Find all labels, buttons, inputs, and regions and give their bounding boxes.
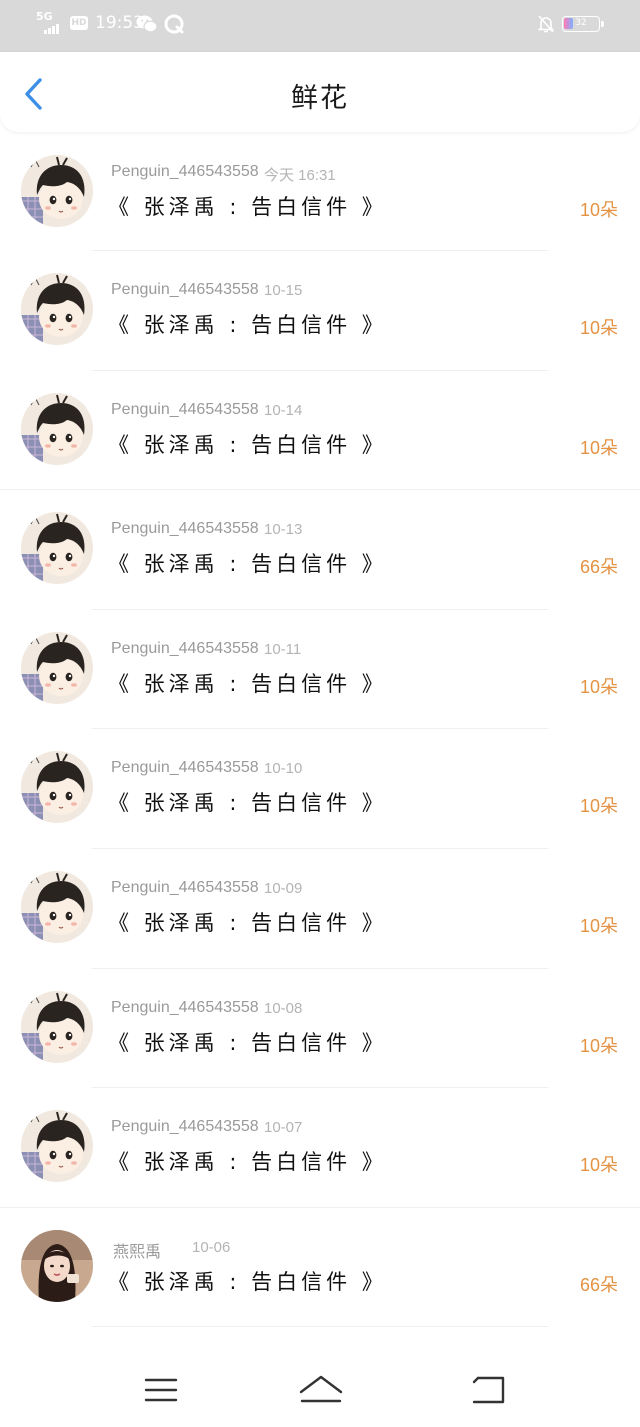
- gift-title: 《 张泽禹 : 告白信件 》: [108, 671, 387, 696]
- avatar-girl-photo-icon[interactable]: [21, 1229, 93, 1302]
- gift-title: 《 张泽禹 : 告白信件 》: [108, 791, 387, 816]
- avatar-boy-icon[interactable]: [21, 751, 93, 824]
- nav-header: 鲜花: [0, 52, 640, 132]
- sender-name[interactable]: Penguin_446543558: [111, 1118, 259, 1136]
- send-date: 10-07: [264, 1119, 303, 1137]
- sender-name[interactable]: Penguin_446543558: [111, 401, 259, 419]
- row-divider: [92, 1326, 548, 1328]
- battery-icon: 32: [562, 16, 600, 32]
- mute-bell-icon: [537, 15, 555, 33]
- sender-name[interactable]: Penguin_446543558: [111, 520, 259, 538]
- gift-title: 《 张泽禹 : 告白信件 》: [108, 1030, 387, 1055]
- hd-badge: HD: [70, 16, 88, 30]
- send-date: 10-14: [264, 401, 303, 419]
- avatar-boy-icon[interactable]: [21, 631, 93, 704]
- list-item[interactable]: 燕熙禹 10-06 《 张泽禹 : 告白信件 》 66朵: [0, 1208, 640, 1328]
- flower-count: 10朵: [579, 437, 618, 458]
- page-title: 鲜花: [291, 83, 349, 114]
- send-date: 10-11: [264, 640, 302, 658]
- send-date: 10-13: [264, 521, 303, 539]
- flower-count: 10朵: [579, 1035, 618, 1056]
- list-item[interactable]: Penguin_446543558 10-10 《 张泽禹 : 告白信件 》 10朵: [0, 729, 640, 849]
- system-nav-bar: [0, 1345, 640, 1427]
- back-icon[interactable]: [462, 1365, 512, 1415]
- gift-title: 《 张泽禹 : 告白信件 》: [108, 1150, 387, 1175]
- list-item[interactable]: Penguin_446543558 10-11 《 张泽禹 : 告白信件 》 10朵: [0, 610, 640, 730]
- wechat-icon: [136, 15, 158, 33]
- list-item[interactable]: Penguin_446543558 10-13 《 张泽禹 : 告白信件 》 66朵: [0, 490, 640, 610]
- flower-count: 66朵: [579, 1274, 618, 1295]
- list-item[interactable]: Penguin_446543558 10-07 《 张泽禹 : 告白信件 》 10朵: [0, 1088, 640, 1208]
- network-type: 5G: [36, 10, 53, 23]
- sender-name[interactable]: Penguin_446543558: [111, 163, 259, 181]
- send-date: 10-10: [264, 760, 303, 778]
- send-date: 10-09: [264, 879, 303, 897]
- list-item[interactable]: Penguin_446543558 今天 16:31 《 张泽禹 : 告白信件 》 1…: [0, 133, 640, 251]
- send-date: 10-15: [264, 282, 303, 299]
- gift-title: 《 张泽禹 : 告白信件 》: [108, 432, 387, 457]
- menu-icon[interactable]: [136, 1365, 186, 1415]
- flower-count: 10朵: [579, 200, 618, 220]
- list-item[interactable]: Penguin_446543558 10-15 《 张泽禹 : 告白信件 》 10朵: [0, 251, 640, 371]
- gift-title: 《 张泽禹 : 告白信件 》: [108, 1269, 387, 1294]
- sender-name[interactable]: Penguin_446543558: [111, 281, 259, 299]
- gift-title: 《 张泽禹 : 告白信件 》: [108, 552, 387, 577]
- avatar-boy-icon[interactable]: [21, 155, 93, 227]
- qq-icon: [164, 14, 184, 34]
- list-item[interactable]: Penguin_446543558 10-08 《 张泽禹 : 告白信件 》 10朵: [0, 969, 640, 1089]
- avatar-boy-icon[interactable]: [21, 392, 93, 465]
- avatar-boy-icon[interactable]: [21, 1110, 93, 1183]
- battery-level: 32: [575, 18, 587, 28]
- flower-count: 10朵: [579, 796, 618, 817]
- home-icon[interactable]: [296, 1365, 346, 1415]
- sender-name[interactable]: Penguin_446543558: [111, 759, 259, 777]
- send-date: 10-06: [192, 1238, 231, 1256]
- flower-count: 10朵: [579, 1155, 618, 1176]
- list-item[interactable]: Penguin_446543558 10-14 《 张泽禹 : 告白信件 》 10朵: [0, 371, 640, 491]
- gift-title: 《 张泽禹 : 告白信件 》: [108, 195, 387, 219]
- avatar-boy-icon[interactable]: [21, 990, 93, 1063]
- sender-name[interactable]: Penguin_446543558: [111, 999, 259, 1017]
- send-date: 10-08: [264, 999, 303, 1017]
- sender-name[interactable]: 燕熙禹: [113, 1238, 161, 1262]
- flower-count: 66朵: [579, 557, 618, 578]
- flower-count: 10朵: [579, 676, 618, 697]
- flower-count: 10朵: [579, 915, 618, 936]
- flower-count: 10朵: [579, 318, 618, 338]
- send-date: 今天 16:31: [264, 167, 336, 184]
- battery-tip: [601, 21, 604, 27]
- gift-title: 《 张泽禹 : 告白信件 》: [108, 313, 387, 337]
- avatar-boy-icon[interactable]: [21, 870, 93, 943]
- signal-icon: [44, 22, 62, 34]
- list-item[interactable]: Penguin_446543558 10-09 《 张泽禹 : 告白信件 》 10朵: [0, 849, 640, 969]
- avatar-boy-icon[interactable]: [21, 512, 93, 585]
- flower-record-list[interactable]: Penguin_446543558 今天 16:31 《 张泽禹 : 告白信件 》 1…: [0, 133, 640, 1328]
- sender-name[interactable]: Penguin_446543558: [111, 640, 259, 658]
- gift-title: 《 张泽禹 : 告白信件 》: [108, 910, 387, 935]
- sender-name[interactable]: Penguin_446543558: [111, 879, 259, 897]
- avatar-boy-icon[interactable]: [21, 273, 93, 345]
- status-bar: 5G HD 19:53 32: [0, 0, 640, 52]
